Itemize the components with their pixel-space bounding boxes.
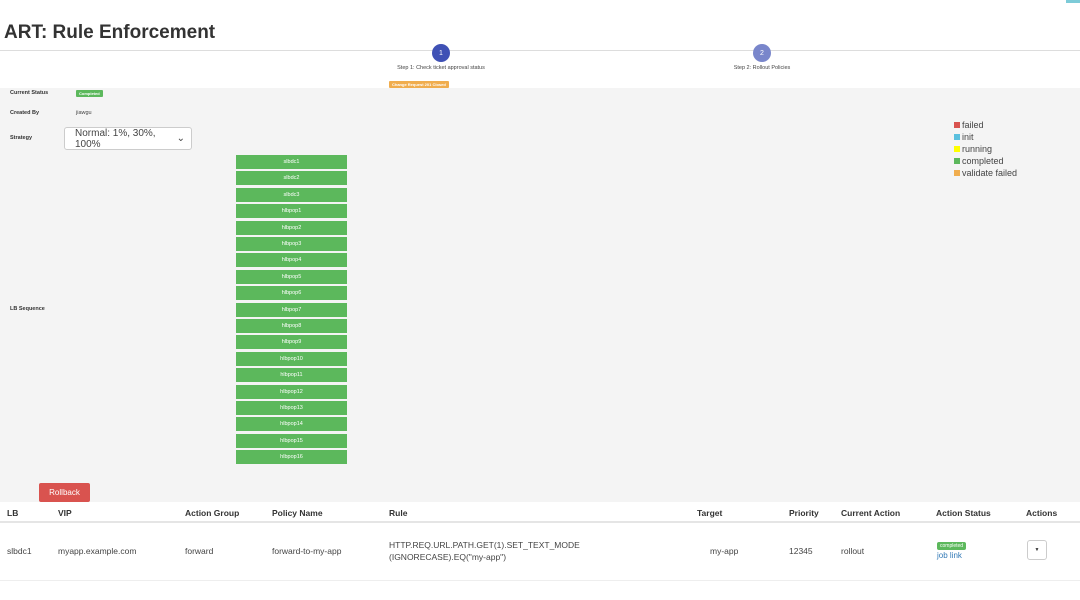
cell-vip: myapp.example.com: [58, 546, 137, 556]
legend-item: running: [954, 143, 1017, 155]
row-divider: [0, 580, 1080, 581]
lb-sequence-item[interactable]: slbdc2: [236, 171, 347, 186]
lb-sequence-item[interactable]: hlbpop11: [236, 368, 347, 383]
legend-label: validate failed: [962, 168, 1018, 178]
lb-sequence-item[interactable]: hlbpop10: [236, 351, 347, 366]
lb-sequence-item[interactable]: hlbpop9: [236, 335, 347, 350]
legend-item: init: [954, 131, 1017, 143]
corner-indicator: [1066, 0, 1080, 3]
status-badge: Completed: [76, 90, 103, 97]
details-panel: [0, 88, 1080, 502]
legend-swatch: [954, 122, 960, 128]
step-1-label: Step 1: Check ticket approval status: [397, 65, 485, 71]
lb-sequence-item[interactable]: hlbpop7: [236, 302, 347, 317]
lb-sequence-item[interactable]: hlbpop4: [236, 253, 347, 268]
legend-label: failed: [962, 120, 984, 130]
legend: failed init running completed validate faile…: [954, 119, 1017, 179]
column-header: Actions: [1026, 508, 1058, 518]
column-header: VIP: [58, 508, 72, 518]
page-title: ART: Rule Enforcement: [4, 22, 216, 43]
column-header: Current Action: [841, 508, 901, 518]
cell-rule-line1: HTTP.REQ.URL.PATH.GET(1).SET_TEXT_MODE: [389, 540, 580, 550]
legend-item: completed: [954, 155, 1017, 167]
job-link[interactable]: job link: [937, 551, 962, 560]
column-header: Policy Name: [272, 508, 323, 518]
column-header: Target: [697, 508, 723, 518]
legend-swatch: [954, 158, 960, 164]
lb-sequence-item[interactable]: hlbpop15: [236, 433, 347, 448]
cell-target: my-app: [710, 546, 739, 556]
lb-sequence-item[interactable]: hlbpop2: [236, 220, 347, 235]
step-1-circle[interactable]: 1: [432, 44, 450, 62]
created-by-label: Created By: [10, 110, 40, 116]
change-request-badge: Change Request 201 Closed: [389, 81, 449, 88]
legend-label: init: [962, 132, 974, 142]
legend-swatch: [954, 146, 960, 152]
cell-current-action: rollout: [841, 546, 865, 556]
lb-sequence-item[interactable]: hlbpop13: [236, 401, 347, 415]
column-header: Action Status: [936, 508, 991, 518]
chevron-down-icon: ⌄: [176, 133, 185, 144]
legend-swatch: [954, 134, 960, 140]
actions-dropdown-button[interactable]: ▼: [1027, 540, 1047, 560]
caret-down-icon: ▼: [1034, 547, 1040, 553]
legend-swatch: [954, 170, 960, 176]
strategy-value: Normal: 1%, 30%, 100%: [75, 127, 156, 150]
lb-sequence-item[interactable]: slbdc1: [236, 155, 347, 169]
stepper-line: [0, 50, 1080, 51]
legend-item: failed: [954, 119, 1017, 131]
lb-sequence-item[interactable]: hlbpop6: [236, 286, 347, 301]
cell-priority: 12345: [789, 546, 813, 556]
step-2-label: Step 2: Rollout Policies: [733, 65, 791, 71]
rollback-button[interactable]: Rollback: [39, 483, 90, 502]
cell-lb: slbdc1: [7, 546, 32, 556]
legend-label: completed: [962, 156, 1004, 166]
strategy-select[interactable]: Normal: 1%, 30%, 100% ⌄: [64, 127, 192, 150]
lb-sequence-item[interactable]: hlbpop14: [236, 417, 347, 432]
lb-sequence-item[interactable]: slbdc3: [236, 187, 347, 202]
created-by-value: jiawgu: [76, 110, 92, 116]
cell-policy-name: forward-to-my-app: [272, 546, 342, 556]
legend-item: validate failed: [954, 167, 1017, 179]
step-2-circle[interactable]: 2: [753, 44, 771, 62]
table-header-divider: [0, 521, 1080, 523]
lb-sequence-item[interactable]: hlbpop12: [236, 384, 347, 399]
lb-sequence-item[interactable]: hlbpop1: [236, 204, 347, 219]
column-header: Rule: [389, 508, 408, 518]
cell-rule-line2: (IGNORECASE).EQ("my-app"): [389, 552, 507, 562]
lb-sequence-item[interactable]: hlbpop5: [236, 269, 347, 284]
action-status-badge: completed: [937, 542, 967, 550]
legend-label: running: [962, 144, 993, 154]
lb-sequence-item[interactable]: hlbpop3: [236, 237, 347, 251]
lb-sequence-label: LB Sequence: [10, 306, 45, 312]
strategy-label: Strategy: [10, 135, 33, 141]
lb-sequence-item[interactable]: hlbpop8: [236, 319, 347, 333]
column-header: LB: [7, 508, 19, 518]
column-header: Priority: [789, 508, 819, 518]
current-status-label: Current Status: [10, 90, 49, 96]
column-header: Action Group: [185, 508, 240, 518]
lb-sequence-item[interactable]: hlbpop16: [236, 450, 347, 465]
cell-action-group: forward: [185, 546, 214, 556]
